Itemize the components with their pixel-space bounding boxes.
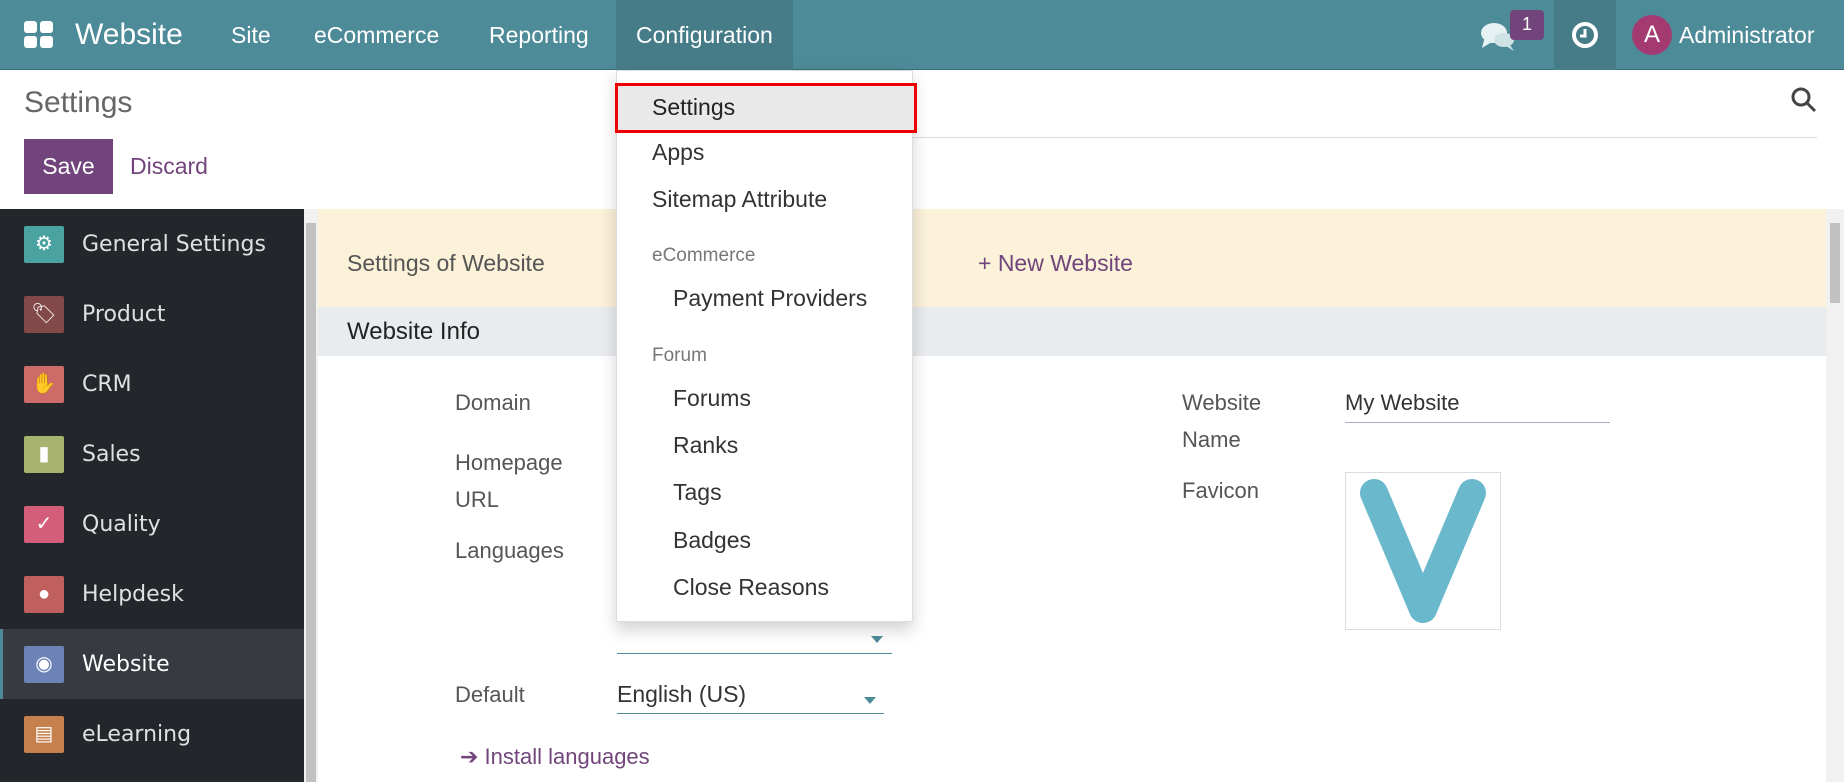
default-language-underline — [617, 713, 884, 714]
website-name-label: Website Name — [1182, 390, 1262, 452]
dropdown-item-ranks[interactable]: Ranks — [617, 432, 912, 459]
sidebar-item-label: Quality — [82, 511, 161, 537]
menu-ecommerce[interactable]: eCommerce — [314, 0, 439, 70]
support-agent-icon: ● — [24, 575, 64, 613]
homepage-url-label: Homepage URL — [455, 450, 563, 512]
save-button[interactable]: Save — [24, 139, 113, 194]
sidebar-item-website[interactable]: ◉ Website — [0, 629, 304, 699]
dropdown-item-apps[interactable]: Apps — [617, 139, 912, 166]
sidebar-item-sales[interactable]: ▮ Sales — [0, 419, 304, 489]
sidebar-scrollbar[interactable] — [304, 209, 318, 782]
favicon-v-logo — [1360, 479, 1486, 623]
install-languages-link[interactable]: ➔ Install languages — [460, 738, 650, 775]
default-label: Default — [455, 682, 525, 707]
dropdown-item-payment-providers[interactable]: Payment Providers — [617, 285, 912, 312]
sidebar-item-label: Product — [82, 301, 166, 327]
banner-label: Settings of Website — [347, 250, 545, 276]
clock-icon — [1572, 22, 1598, 48]
menu-reporting[interactable]: Reporting — [489, 0, 589, 70]
chart-icon: ▮ — [24, 435, 64, 473]
new-website-button[interactable]: + New Website — [978, 250, 1133, 277]
sidebar-item-label: eLearning — [82, 721, 192, 747]
dropdown-item-tags[interactable]: Tags — [617, 479, 912, 506]
search-icon[interactable] — [1790, 86, 1818, 114]
sidebar-item-label: Helpdesk — [82, 581, 184, 607]
sidebar-item-helpdesk[interactable]: ● Helpdesk — [0, 559, 304, 629]
sidebar-item-label: CRM — [82, 371, 132, 397]
presentation-icon: ▤ — [24, 715, 64, 753]
dropdown-item-label: Settings — [652, 94, 736, 120]
domain-label: Domain — [455, 390, 531, 415]
chevron-down-icon — [871, 636, 883, 643]
favicon-label: Favicon — [1182, 478, 1260, 503]
languages-label: Languages — [455, 538, 564, 563]
avatar[interactable]: A — [1632, 15, 1672, 55]
sidebar-item-product[interactable]: 🏷 Product — [0, 279, 304, 349]
dropdown-item-close-reasons[interactable]: Close Reasons — [617, 574, 912, 601]
sidebar-item-quality[interactable]: ✓ Quality — [0, 489, 304, 559]
divider — [912, 137, 1817, 138]
top-navbar: Website Site eCommerce Reporting Configu… — [0, 0, 1844, 70]
user-menu[interactable]: Administrator — [1679, 0, 1814, 70]
gear-icon: ⚙ — [24, 225, 64, 263]
chevron-down-icon — [864, 697, 876, 704]
messages-count-badge: 1 — [1510, 10, 1544, 40]
sidebar-item-general-settings[interactable]: ⚙ General Settings — [0, 209, 304, 279]
favicon-image[interactable] — [1345, 472, 1501, 630]
apps-grid-icon[interactable] — [24, 21, 54, 48]
menu-site[interactable]: Site — [231, 0, 271, 70]
dropdown-item-badges[interactable]: Badges — [617, 527, 912, 554]
main-scrollbar[interactable] — [1826, 209, 1844, 782]
globe-cursor-icon: ◉ — [24, 645, 64, 683]
languages-select[interactable] — [617, 653, 892, 654]
section-title: Website Info — [347, 318, 480, 345]
page-title: Settings — [24, 86, 133, 119]
dropdown-header-ecommerce: eCommerce — [652, 245, 756, 266]
dropdown-item-sitemap-attribute[interactable]: Sitemap Attribute — [617, 186, 912, 213]
settings-sidebar: ⚙ General Settings 🏷 Product ✋ CRM ▮ Sales ✓… — [0, 209, 304, 782]
app-brand[interactable]: Website — [75, 0, 183, 70]
dropdown-item-settings[interactable]: Settings — [615, 83, 917, 133]
discard-button[interactable]: Discard — [130, 139, 208, 194]
sidebar-item-elearning[interactable]: ▤ eLearning — [0, 699, 304, 769]
activity-button[interactable] — [1554, 0, 1616, 70]
section-header: Website Info — [318, 307, 1826, 356]
sidebar-item-label: Sales — [82, 441, 141, 467]
menu-configuration[interactable]: Configuration — [616, 0, 793, 70]
dropdown-item-forums[interactable]: Forums — [617, 385, 912, 412]
check-badge-icon: ✓ — [24, 505, 64, 543]
configuration-dropdown: Settings Apps Sitemap Attribute eCommerc… — [615, 70, 917, 622]
website-name-underline — [1345, 422, 1610, 423]
sidebar-item-label: General Settings — [82, 231, 266, 257]
tags-icon: 🏷 — [24, 295, 64, 333]
dropdown-header-forum: Forum — [652, 345, 707, 366]
handshake-icon: ✋ — [24, 365, 64, 403]
sidebar-item-label: Website — [82, 651, 170, 677]
default-language-select[interactable]: English (US) — [617, 676, 746, 713]
website-name-input[interactable]: My Website — [1345, 384, 1460, 421]
sidebar-item-crm[interactable]: ✋ CRM — [0, 349, 304, 419]
install-languages-label: Install languages — [484, 744, 650, 769]
